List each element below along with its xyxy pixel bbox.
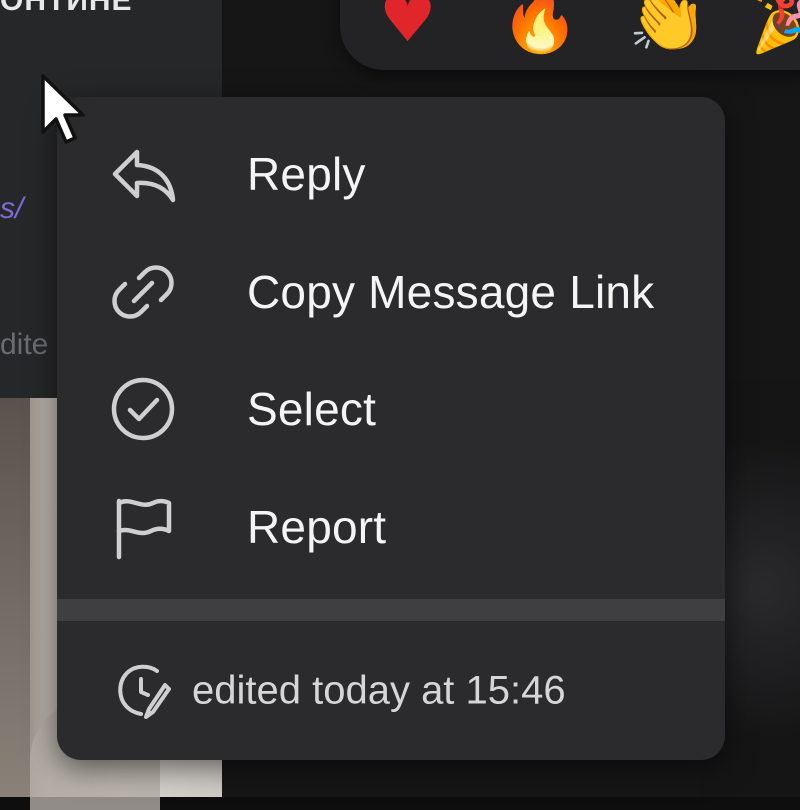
menu-item-label: Select [247, 383, 377, 435]
edited-timestamp: edited today at 15:46 [192, 668, 566, 713]
menu-item-label: Reply [247, 148, 366, 200]
edit-clock-icon [118, 664, 171, 719]
link-icon [112, 265, 174, 319]
edited-info: edited today at 15:46 [57, 645, 725, 737]
message-edited-fragment: dite [0, 328, 49, 361]
message-text-fragment: ОНТИНЕ [0, 0, 133, 17]
reaction-fire-icon[interactable]: 🔥 [500, 0, 580, 52]
menu-item-select[interactable]: Select [57, 350, 725, 468]
reaction-heart-icon[interactable]: ♥ [379, 0, 436, 52]
menu-item-copy-message-link[interactable]: Copy Message Link [57, 233, 725, 351]
flag-icon [116, 498, 172, 560]
menu-separator [57, 599, 725, 621]
reaction-clap-icon[interactable]: 👏 [628, 0, 708, 52]
message-context-menu: Reply Copy Message Link Select Report ed… [57, 97, 725, 760]
menu-item-label: Copy Message Link [247, 266, 655, 318]
menu-item-report[interactable]: Report [57, 468, 725, 586]
reaction-party-icon[interactable]: 🎉 [750, 0, 800, 52]
reply-icon [112, 149, 176, 203]
menu-item-label: Report [247, 501, 387, 553]
menu-item-reply[interactable]: Reply [57, 115, 725, 233]
message-link-fragment: s/ [0, 192, 24, 225]
check-circle-icon [111, 377, 175, 441]
mouse-cursor-icon [41, 74, 85, 144]
